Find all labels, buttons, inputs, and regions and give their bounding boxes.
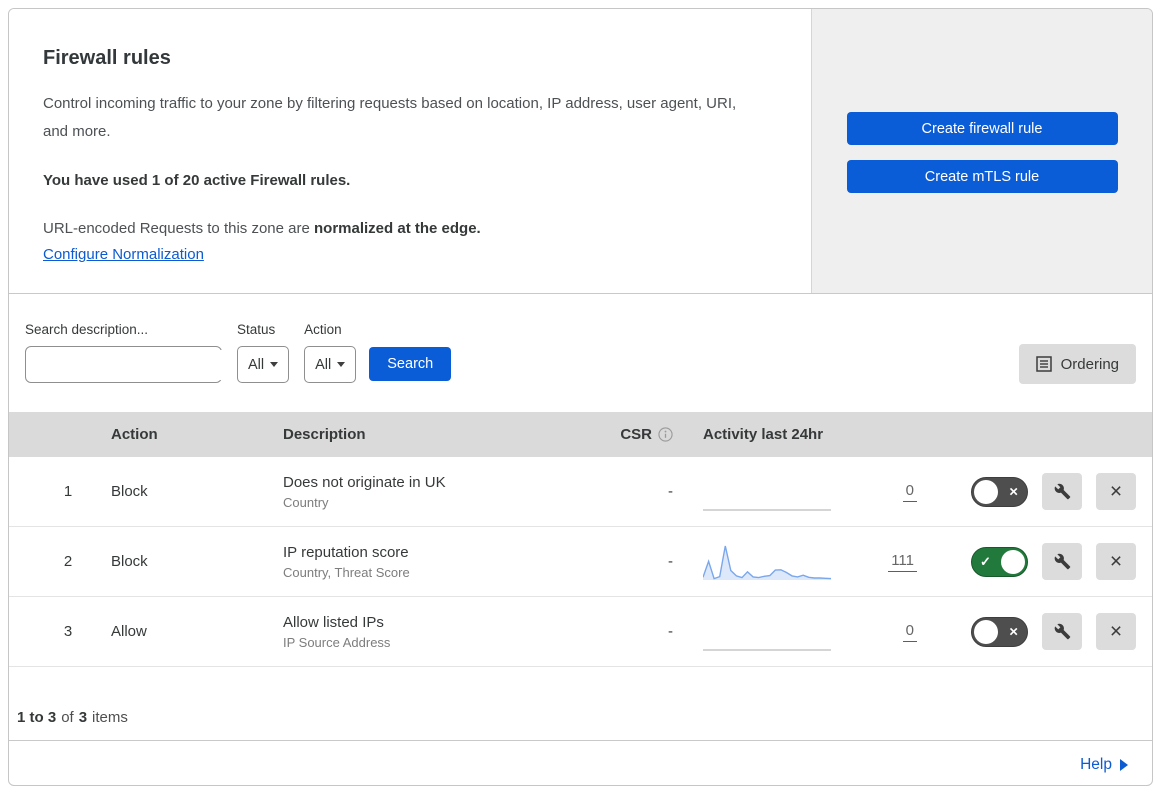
rule-description: Does not originate in UK	[283, 473, 446, 491]
table-row: 3 Allow Allow listed IPs IP Source Addre…	[9, 597, 1152, 667]
status-select-value: All	[248, 356, 265, 373]
priority-cell: 2	[63, 553, 73, 570]
status-select[interactable]: All	[237, 346, 290, 383]
actions-panel: Create firewall rule Create mTLS rule	[811, 9, 1152, 293]
ordering-button[interactable]: Ordering	[1018, 344, 1136, 384]
of-text: of	[61, 709, 74, 726]
x-icon: ×	[1009, 483, 1018, 500]
search-input-wrapper	[25, 346, 226, 383]
delete-rule-button[interactable]: ×	[1096, 613, 1136, 650]
status-toggle[interactable]: ✓ ×	[971, 616, 1028, 647]
status-toggle[interactable]: ✓ ×	[971, 476, 1028, 507]
wrench-icon	[1054, 553, 1070, 570]
create-firewall-rule-button[interactable]: Create firewall rule	[846, 112, 1118, 145]
filter-bar: Search description... Status All Action …	[9, 294, 1152, 412]
priority-cell: 1	[63, 483, 73, 500]
delete-rule-button[interactable]: ×	[1096, 473, 1136, 510]
activity-sparkline	[703, 648, 831, 651]
action-select-value: All	[315, 356, 332, 373]
action-column-header: Action	[111, 426, 158, 443]
total-count: 3	[78, 709, 88, 726]
action-cell: Block	[111, 483, 148, 500]
rule-criteria: Country, Threat Score	[283, 564, 410, 580]
activity-sparkline	[703, 508, 831, 511]
description-column-header: Description	[283, 426, 366, 443]
activity-column-header: Activity last 24hr	[703, 426, 824, 443]
wrench-icon	[1054, 623, 1070, 640]
search-input[interactable]	[45, 349, 226, 380]
activity-count-link[interactable]: 0	[902, 482, 917, 502]
rule-description: IP reputation score	[283, 543, 409, 561]
description-cell: Does not originate in UK Country	[274, 474, 594, 510]
edit-rule-button[interactable]	[1042, 473, 1082, 510]
chevron-down-icon	[337, 362, 346, 367]
table-header: Action Description CSR Activity last 24h…	[9, 412, 1152, 457]
action-select[interactable]: All	[304, 346, 357, 383]
action-filter-group: Action All	[304, 322, 357, 412]
csr-value: -	[668, 483, 673, 500]
edit-rule-button[interactable]	[1042, 543, 1082, 580]
status-label: Status	[237, 322, 276, 337]
rule-criteria: IP Source Address	[283, 634, 391, 650]
create-mtls-rule-button[interactable]: Create mTLS rule	[846, 160, 1118, 193]
status-filter-group: Status All	[237, 322, 290, 412]
csr-header-label: CSR	[620, 426, 652, 443]
rule-controls: ✓ × ×	[917, 543, 1152, 580]
toggle-knob	[974, 479, 998, 504]
table-row: 1 Block Does not originate in UK Country…	[9, 457, 1152, 527]
items-text: items	[92, 709, 128, 726]
normalization-bold: normalized at the edge.	[314, 220, 481, 237]
csr-value: -	[668, 623, 673, 640]
description-cell: IP reputation score Country, Threat Scor…	[274, 544, 594, 580]
configure-normalization-link[interactable]: Configure Normalization	[43, 246, 204, 263]
range-text: 1 to 3	[17, 709, 57, 726]
delete-rule-button[interactable]: ×	[1096, 543, 1136, 580]
rule-criteria: Country	[283, 494, 329, 510]
search-button[interactable]: Search	[369, 347, 452, 381]
info-icon[interactable]	[658, 427, 673, 442]
action-label: Action	[304, 322, 342, 337]
list-icon	[1035, 356, 1052, 372]
rule-description: Allow listed IPs	[283, 613, 384, 631]
usage-text: You have used 1 of 20 active Firewall ru…	[43, 172, 351, 189]
header-text-block: Firewall rules Control incoming traffic …	[9, 9, 811, 293]
activity-sparkline	[703, 545, 831, 580]
page-description: Control incoming traffic to your zone by…	[43, 95, 737, 140]
x-icon: ×	[1009, 623, 1018, 640]
chevron-down-icon	[270, 362, 279, 367]
activity-count-link[interactable]: 0	[902, 622, 917, 642]
description-cell: Allow listed IPs IP Source Address	[274, 614, 594, 650]
rule-controls: ✓ × ×	[917, 613, 1152, 650]
activity-cell: 0	[677, 470, 917, 514]
csr-column-header: CSR	[594, 426, 677, 443]
help-row: Help	[9, 741, 1152, 785]
priority-cell: 3	[63, 623, 73, 640]
normalization-text: URL-encoded Requests to this zone are no…	[43, 220, 781, 237]
page-title: Firewall rules	[43, 47, 171, 69]
action-cell: Allow	[111, 623, 147, 640]
csr-value: -	[668, 553, 673, 570]
help-link[interactable]: Help	[1080, 756, 1128, 774]
edit-rule-button[interactable]	[1042, 613, 1082, 650]
activity-cell: 0	[677, 610, 917, 654]
ordering-button-label: Ordering	[1060, 355, 1119, 373]
normalization-prefix: URL-encoded Requests to this zone are	[43, 220, 310, 237]
firewall-rules-panel: Firewall rules Control incoming traffic …	[8, 8, 1153, 786]
status-toggle[interactable]: ✓ ×	[971, 546, 1028, 577]
check-icon: ✓	[980, 553, 991, 569]
activity-count-link[interactable]: 111	[888, 552, 917, 572]
toggle-knob	[974, 619, 998, 644]
table-row: 2 Block IP reputation score Country, Thr…	[9, 527, 1152, 597]
toggle-knob	[1001, 549, 1025, 574]
wrench-icon	[1054, 483, 1070, 500]
action-cell: Block	[111, 553, 148, 570]
header-section: Firewall rules Control incoming traffic …	[9, 9, 1152, 294]
rule-controls: ✓ × ×	[917, 473, 1152, 510]
pagination-summary: 1 to 3 of 3 items	[9, 667, 1152, 741]
search-label: Search description...	[25, 322, 149, 337]
arrow-right-icon	[1120, 758, 1128, 771]
help-label: Help	[1080, 755, 1112, 773]
search-filter-group: Search description...	[25, 322, 226, 412]
activity-cell: 111	[677, 540, 917, 584]
